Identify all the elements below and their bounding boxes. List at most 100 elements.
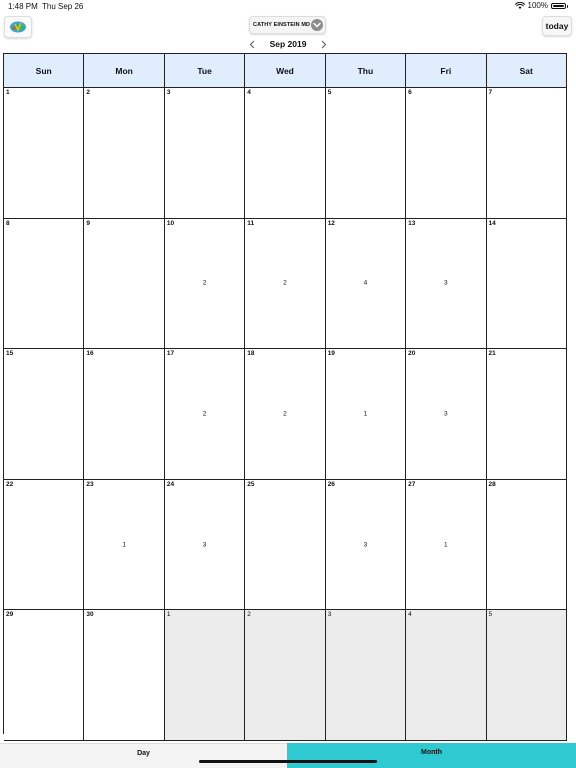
- calendar-day-cell[interactable]: 22: [4, 479, 85, 611]
- day-number: 28: [488, 480, 496, 488]
- day-number: 3: [166, 89, 171, 96]
- calendar-week-row: 1 2 3 4 5 6 7: [4, 88, 567, 219]
- calendar-day-cell-other-month[interactable]: 2: [245, 610, 326, 741]
- calendar-day-cell[interactable]: 8: [4, 218, 85, 350]
- calendar-day-cell[interactable]: 25: [245, 479, 326, 611]
- provider-name: CATHY EINSTEIN MD: [253, 22, 311, 28]
- day-number: 5: [327, 89, 332, 96]
- day-number: 4: [247, 89, 251, 96]
- day-number: 1: [6, 89, 10, 96]
- day-number: 20: [408, 350, 416, 358]
- chevron-left-icon[interactable]: [248, 39, 256, 49]
- calendar-day-cell[interactable]: 9: [84, 218, 165, 350]
- calendar-day-cell[interactable]: 29: [4, 610, 85, 741]
- today-button[interactable]: today: [542, 16, 572, 36]
- home-indicator[interactable]: [199, 760, 377, 763]
- day-number: 11: [247, 219, 255, 227]
- calendar-day-cell[interactable]: 27 1: [406, 479, 487, 611]
- calendar-week-row: 15 16 17 2 18 2 19 1 20 3 21: [4, 349, 567, 480]
- day-number: 27: [408, 480, 416, 488]
- calendar-day-cell[interactable]: 13 3: [406, 218, 487, 350]
- month-calendar: Sun Mon Tue Wed Thu Fri Sat 1 2 3 4 5 6 7 8 9 10 2 11 2 12 4…: [3, 53, 567, 741]
- day-number: 30: [86, 611, 94, 619]
- provider-select[interactable]: CATHY EINSTEIN MD: [249, 16, 326, 34]
- weekday-header: Tue: [164, 54, 246, 88]
- calendar-day-cell[interactable]: 5: [325, 88, 407, 219]
- calendar-day-cell[interactable]: 14: [486, 218, 567, 350]
- calendar-day-cell[interactable]: 23 1: [84, 479, 165, 611]
- chevron-down-icon: [311, 19, 323, 31]
- appointment-count: 1: [122, 541, 126, 549]
- status-bar: 1:48 PM Thu Sep 26 100%: [0, 0, 576, 14]
- calendar-day-cell-other-month[interactable]: 3: [325, 610, 407, 741]
- day-number: 4: [408, 611, 412, 619]
- calendar-weeks: 1 2 3 4 5 6 7 8 9 10 2 11 2 12 4 13 3 14 15 16 17 2 18 2 19 1 20 3 2…: [4, 88, 567, 741]
- day-number: 12: [327, 219, 335, 227]
- appointment-count: 3: [444, 410, 448, 418]
- calendar-week-row: 22 23 1 24 3 25 26 3 27 1 28: [4, 479, 567, 611]
- wifi-icon: [514, 1, 525, 9]
- calendar-day-cell[interactable]: 10 2: [164, 218, 246, 350]
- status-indicators: 100%: [514, 1, 568, 10]
- calendar-day-cell[interactable]: 15: [4, 349, 85, 480]
- appointment-count: 1: [444, 541, 448, 549]
- app-screen: 1:48 PM Thu Sep 26 100% CATHY EINSTEIN M…: [0, 0, 576, 768]
- weekday-header: Wed: [245, 54, 326, 88]
- weekday-header: Sun: [4, 54, 85, 88]
- calendar-day-cell-other-month[interactable]: 1: [164, 610, 246, 741]
- calendar-day-cell[interactable]: 17 2: [164, 349, 246, 480]
- day-number: 5: [488, 611, 493, 619]
- calendar-day-cell[interactable]: 30: [84, 610, 165, 741]
- calendar-day-cell-other-month[interactable]: 4: [406, 610, 487, 741]
- battery-percent: 100%: [527, 1, 548, 10]
- appointment-count: 3: [363, 541, 368, 549]
- calendar-day-cell[interactable]: 1: [4, 88, 85, 219]
- appointment-count: 3: [202, 541, 207, 549]
- month-navigator: Sep 2019: [0, 37, 576, 51]
- day-number: 23: [86, 480, 94, 488]
- calendar-day-cell[interactable]: 28: [486, 479, 567, 611]
- day-number: 14: [488, 219, 496, 227]
- calendar-day-cell[interactable]: 7: [486, 88, 567, 219]
- battery-fill: [553, 4, 564, 7]
- calendar-day-cell[interactable]: 11 2: [245, 218, 326, 350]
- weekday-header: Mon: [84, 54, 165, 88]
- battery-icon: [551, 2, 568, 9]
- appointment-count: 4: [363, 279, 368, 287]
- month-view-tab[interactable]: Month: [287, 743, 576, 768]
- calendar-day-cell[interactable]: 3: [164, 88, 246, 219]
- calendar-day-cell[interactable]: 21: [486, 349, 567, 480]
- day-number: 24: [166, 480, 175, 488]
- calendar-day-cell[interactable]: 4: [245, 88, 326, 219]
- weekday-header: Thu: [325, 54, 407, 88]
- day-number: 6: [408, 89, 412, 96]
- day-number: 16: [86, 350, 94, 358]
- day-number: 10: [166, 219, 175, 227]
- chevron-right-icon[interactable]: [320, 39, 328, 49]
- day-number: 1: [166, 611, 171, 619]
- day-number: 15: [6, 350, 14, 358]
- day-number: 25: [247, 480, 255, 488]
- calendar-day-cell-other-month[interactable]: 5: [486, 610, 567, 741]
- day-view-tab[interactable]: Day: [0, 743, 287, 768]
- calendar-day-cell[interactable]: 26 3: [325, 479, 407, 611]
- battery-nub: [566, 4, 568, 8]
- calendar-week-row: 29 30 1 2 3 4 5: [4, 610, 567, 741]
- day-number: 3: [327, 611, 332, 619]
- app-logo-icon: [10, 21, 26, 33]
- day-number: 22: [6, 480, 14, 488]
- calendar-day-cell[interactable]: 12 4: [325, 218, 407, 350]
- calendar-day-cell[interactable]: 16: [84, 349, 165, 480]
- calendar-day-cell[interactable]: 6: [406, 88, 487, 219]
- logo-button[interactable]: [4, 16, 32, 38]
- calendar-day-cell[interactable]: 2: [84, 88, 165, 219]
- day-number: 8: [6, 219, 10, 227]
- day-number: 18: [247, 350, 255, 358]
- calendar-week-row: 8 9 10 2 11 2 12 4 13 3 14: [4, 218, 567, 350]
- calendar-day-cell[interactable]: 19 1: [325, 349, 407, 480]
- calendar-day-cell[interactable]: 18 2: [245, 349, 326, 480]
- day-number: 19: [327, 350, 335, 358]
- day-number: 2: [247, 611, 251, 619]
- calendar-day-cell[interactable]: 20 3: [406, 349, 487, 480]
- calendar-day-cell[interactable]: 24 3: [164, 479, 246, 611]
